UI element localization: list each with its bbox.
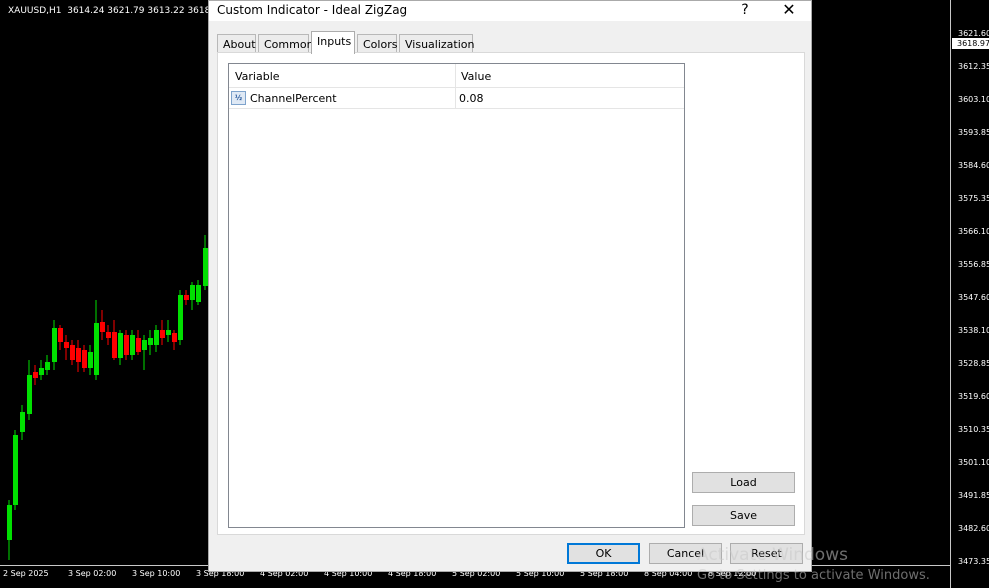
- bull-candle: [154, 330, 159, 345]
- bull-candle: [94, 323, 99, 375]
- bear-candle: [82, 350, 87, 368]
- load-button[interactable]: Load: [692, 472, 795, 493]
- price-tick-label: 3510.35: [958, 425, 989, 434]
- bear-candle: [124, 335, 129, 355]
- tab-about[interactable]: About: [217, 34, 256, 53]
- cancel-button[interactable]: Cancel: [649, 543, 722, 564]
- time-tick-label: 3 Sep 10:00: [132, 569, 181, 578]
- bull-candle: [13, 435, 18, 505]
- tab-inputs[interactable]: Inputs: [311, 31, 355, 54]
- bull-candle: [7, 505, 12, 540]
- time-tick-label: 3 Sep 02:00: [68, 569, 117, 578]
- price-tick-label: 3473.35: [958, 557, 989, 566]
- bull-candle: [166, 330, 171, 335]
- bear-candle: [76, 348, 81, 362]
- bull-candle: [148, 338, 153, 345]
- price-tick-label: 3528.85: [958, 359, 989, 368]
- bear-candle: [100, 322, 105, 332]
- price-tick-label: 3519.60: [958, 392, 989, 401]
- price-tick-label: 3501.10: [958, 458, 989, 467]
- help-icon[interactable]: ?: [723, 1, 767, 21]
- inputs-grid[interactable]: Variable Value ½ ChannelPercent 0.08: [228, 63, 685, 528]
- column-header-value[interactable]: Value: [461, 70, 491, 83]
- price-tick-label: 3612.35: [958, 62, 989, 71]
- close-icon[interactable]: ✕: [767, 1, 811, 21]
- bear-candle: [112, 332, 117, 358]
- row-divider: [455, 88, 456, 109]
- inputs-panel: Variable Value ½ ChannelPercent 0.08 Loa…: [217, 52, 805, 535]
- bull-candle: [190, 285, 195, 300]
- bear-candle: [70, 345, 75, 360]
- price-tick-label: 3584.60: [958, 161, 989, 170]
- current-price-label: 3618.97: [952, 38, 989, 49]
- dialog-titlebar[interactable]: Custom Indicator - Ideal ZigZag ? ✕: [209, 1, 811, 21]
- bull-candle: [88, 352, 93, 368]
- bear-candle: [172, 333, 177, 342]
- bear-candle: [136, 338, 141, 352]
- tab-common[interactable]: Common: [258, 34, 314, 53]
- price-tick-label: 3491.85: [958, 491, 989, 500]
- price-tick-label: 3603.10: [958, 95, 989, 104]
- bear-candle: [33, 372, 38, 378]
- bull-candle: [45, 362, 50, 370]
- price-tick-label: 3482.60: [958, 524, 989, 533]
- column-divider[interactable]: [455, 64, 456, 88]
- double-type-icon: ½: [231, 91, 246, 105]
- price-tick-label: 3538.10: [958, 326, 989, 335]
- price-tick-label: 3556.85: [958, 260, 989, 269]
- variable-name: ChannelPercent: [250, 92, 337, 105]
- tab-visualization[interactable]: Visualization: [399, 34, 474, 53]
- ok-button[interactable]: OK: [567, 543, 640, 564]
- chart-symbol-info: XAUUSD,H1 3614.24 3621.79 3613.22 3618.9…: [8, 6, 225, 16]
- dialog-title: Custom Indicator - Ideal ZigZag: [217, 3, 408, 17]
- tab-colors[interactable]: Colors: [357, 34, 397, 53]
- bull-candle: [196, 285, 201, 302]
- grid-header: Variable Value: [229, 64, 684, 88]
- bull-candle: [52, 328, 57, 362]
- time-tick-label: 2 Sep 2025: [3, 569, 49, 578]
- bull-candle: [39, 368, 44, 375]
- price-tick-label: 3593.85: [958, 128, 989, 137]
- bull-candle: [130, 335, 135, 355]
- price-tick-label: 3566.10: [958, 227, 989, 236]
- bull-candle: [20, 412, 25, 432]
- save-button[interactable]: Save: [692, 505, 795, 526]
- bull-candle: [118, 333, 123, 358]
- bear-candle: [64, 342, 69, 348]
- table-row[interactable]: ½ ChannelPercent 0.08: [229, 88, 684, 109]
- variable-value[interactable]: 0.08: [459, 92, 484, 105]
- custom-indicator-dialog: Custom Indicator - Ideal ZigZag ? ✕ Abou…: [208, 0, 812, 572]
- column-header-variable[interactable]: Variable: [235, 70, 280, 83]
- bear-candle: [58, 328, 63, 342]
- price-tick-label: 3575.35: [958, 194, 989, 203]
- bear-candle: [106, 332, 111, 338]
- bear-candle: [160, 330, 165, 338]
- reset-button[interactable]: Reset: [730, 543, 803, 564]
- bull-candle: [142, 340, 147, 350]
- bull-candle: [27, 375, 32, 414]
- price-tick-label: 3547.60: [958, 293, 989, 302]
- bear-candle: [184, 295, 189, 300]
- bull-candle: [178, 295, 183, 340]
- price-tick-label: 3621.60: [958, 29, 989, 38]
